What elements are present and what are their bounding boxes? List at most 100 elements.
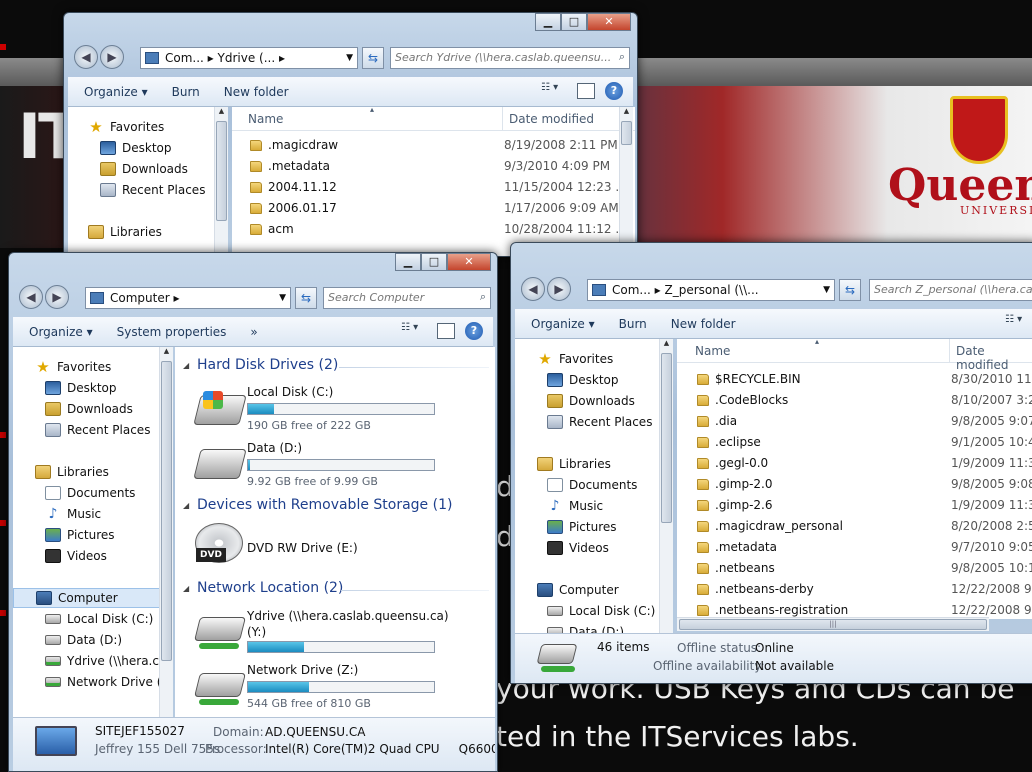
drive-data-d[interactable]: Data (D:) 9.92 GB free of 9.99 GB <box>175 437 495 489</box>
help-icon[interactable]: ? <box>465 322 483 340</box>
scroll-up-icon[interactable]: ▲ <box>215 107 228 119</box>
scroll-thumb[interactable] <box>161 361 172 661</box>
new-folder-button[interactable]: New folder <box>671 317 736 331</box>
burn-button[interactable]: Burn <box>172 85 200 99</box>
address-bar[interactable]: Com... ▸ Ydrive (... ▸ ▼ <box>140 47 358 69</box>
view-options-icon[interactable]: ☷ ▾ <box>1005 314 1031 332</box>
chevron-down-icon[interactable]: ▼ <box>823 285 830 295</box>
horizontal-scrollbar[interactable]: ||| <box>677 617 989 631</box>
drive-ydrive[interactable]: Ydrive (\\hera.caslab.queensu.ca) (Y:) <box>175 605 495 657</box>
nav-scrollbar[interactable]: ▲ <box>659 339 673 635</box>
more-commands-button[interactable]: » <box>250 325 257 339</box>
file-row[interactable]: .CodeBlocks 8/10/2007 3:28 <box>677 390 1032 411</box>
organize-button[interactable]: Organize ▾ <box>29 325 93 339</box>
file-row[interactable]: $RECYCLE.BIN 8/30/2010 11:2 <box>677 369 1032 390</box>
refresh-button[interactable]: ⇆ <box>839 279 861 301</box>
search-input[interactable]: Search Z_personal (\\hera.caslab.qu <box>869 279 1032 301</box>
drive-network-z[interactable]: Network Drive (Z:) 544 GB free of 810 GB <box>175 661 495 713</box>
nav-downloads[interactable]: Downloads <box>45 399 133 419</box>
file-row[interactable]: 2004.11.12 11/15/2004 12:23 ... <box>232 177 635 198</box>
nav-data-drive[interactable]: Data (D:) <box>45 630 122 650</box>
file-list-scrollbar[interactable]: ▲ <box>619 107 633 256</box>
column-name[interactable]: Name <box>695 344 730 358</box>
help-icon[interactable]: ? <box>605 82 623 100</box>
preview-pane-icon[interactable] <box>577 83 595 99</box>
file-row[interactable]: 2006.01.17 1/17/2006 9:09 AM <box>232 198 635 219</box>
nav-videos[interactable]: Videos <box>45 546 107 566</box>
collapse-arrow-icon[interactable]: ◢ <box>183 361 189 370</box>
search-input[interactable]: Search Computer ⌕ <box>323 287 491 309</box>
nav-favorites[interactable]: ★ Favorites <box>35 357 111 377</box>
collapse-arrow-icon[interactable]: ◢ <box>183 584 189 593</box>
file-row[interactable]: .gegl-0.0 1/9/2009 11:38 <box>677 453 1032 474</box>
file-row[interactable]: .magicdraw_personal 8/20/2008 2:51 <box>677 516 1032 537</box>
group-hard-disk-drives[interactable]: Hard Disk Drives (2) <box>197 357 338 373</box>
nav-pictures[interactable]: Pictures <box>45 525 115 545</box>
close-button[interactable]: ✕ <box>587 13 631 31</box>
address-bar[interactable]: Com... ▸ Z_personal (\\... ▼ <box>587 279 835 301</box>
refresh-button[interactable]: ⇆ <box>295 287 317 309</box>
window-ydrive[interactable]: ▁ □ ✕ ◀ ▶ Com... ▸ Ydrive (... ▸ ▼ ⇆ Sea… <box>63 12 638 257</box>
group-network-location[interactable]: Network Location (2) <box>197 580 343 596</box>
column-separator[interactable] <box>949 339 950 363</box>
column-name[interactable]: Name <box>248 112 283 126</box>
nav-desktop[interactable]: Desktop <box>547 370 619 390</box>
nav-ydrive[interactable]: Ydrive (\\hera.ca <box>45 651 160 671</box>
file-row[interactable]: .magicdraw 8/19/2008 2:11 PM <box>232 135 635 156</box>
file-row[interactable]: .netbeans 9/8/2005 10:19 <box>677 558 1032 579</box>
forward-button[interactable]: ▶ <box>547 277 571 301</box>
forward-button[interactable]: ▶ <box>100 45 124 69</box>
file-row[interactable]: acm 10/28/2004 11:12 ... <box>232 219 635 240</box>
file-row[interactable]: .dia 9/8/2005 9:07 A <box>677 411 1032 432</box>
address-bar[interactable]: Computer ▸ ▼ <box>85 287 291 309</box>
file-row[interactable]: .metadata 9/7/2010 9:05 A <box>677 537 1032 558</box>
nav-downloads[interactable]: Downloads <box>100 159 188 179</box>
drive-local-disk-c[interactable]: Local Disk (C:) 190 GB free of 222 GB <box>175 381 495 433</box>
view-options-icon[interactable]: ☷ ▾ <box>541 82 567 100</box>
back-button[interactable]: ◀ <box>74 45 98 69</box>
nav-local-disk[interactable]: Local Disk (C:) <box>45 609 153 629</box>
nav-favorites[interactable]: ★ Favorites <box>537 349 613 369</box>
nav-scrollbar[interactable]: ▲ <box>159 347 173 717</box>
preview-pane-icon[interactable] <box>437 323 455 339</box>
nav-desktop[interactable]: Desktop <box>100 138 172 158</box>
file-row[interactable]: .gimp-2.6 1/9/2009 11:38 <box>677 495 1032 516</box>
minimize-button[interactable]: ▁ <box>395 253 421 271</box>
minimize-button[interactable]: ▁ <box>535 13 561 31</box>
nav-recent-places[interactable]: Recent Places <box>100 180 205 200</box>
nav-computer[interactable]: Computer <box>537 580 619 600</box>
chevron-down-icon[interactable]: ▼ <box>279 293 286 303</box>
window-z-personal[interactable]: ◀ ▶ Com... ▸ Z_personal (\\... ▼ ⇆ Searc… <box>510 242 1032 684</box>
forward-button[interactable]: ▶ <box>45 285 69 309</box>
nav-network-drive[interactable]: Network Drive (Z <box>45 672 160 692</box>
burn-button[interactable]: Burn <box>619 317 647 331</box>
nav-videos[interactable]: Videos <box>547 538 609 558</box>
nav-scrollbar[interactable]: ▲ <box>214 107 228 256</box>
nav-documents[interactable]: Documents <box>547 475 637 495</box>
collapse-arrow-icon[interactable]: ◢ <box>183 501 189 510</box>
file-row[interactable]: .metadata 9/3/2010 4:09 PM <box>232 156 635 177</box>
nav-libraries[interactable]: Libraries <box>88 222 162 242</box>
column-date-modified[interactable]: Date modified <box>956 344 1032 372</box>
scroll-up-icon[interactable]: ▲ <box>160 347 173 359</box>
refresh-button[interactable]: ⇆ <box>362 47 384 69</box>
scroll-thumb[interactable] <box>621 121 632 145</box>
scroll-up-icon[interactable]: ▲ <box>660 339 673 351</box>
scroll-up-icon[interactable]: ▲ <box>620 107 633 119</box>
nav-desktop[interactable]: Desktop <box>45 378 117 398</box>
window-computer[interactable]: ▁ □ ✕ ◀ ▶ Computer ▸ ▼ ⇆ Search Computer… <box>8 252 498 772</box>
organize-button[interactable]: Organize ▾ <box>84 85 148 99</box>
file-row[interactable]: .eclipse 9/1/2005 10:45 <box>677 432 1032 453</box>
organize-button[interactable]: Organize ▾ <box>531 317 595 331</box>
scroll-thumb[interactable] <box>661 353 672 523</box>
group-removable-storage[interactable]: Devices with Removable Storage (1) <box>197 497 452 513</box>
chevron-down-icon[interactable]: ▼ <box>346 53 353 63</box>
column-separator[interactable] <box>502 107 503 131</box>
view-options-icon[interactable]: ☷ ▾ <box>401 322 427 340</box>
scroll-thumb[interactable] <box>216 121 227 221</box>
nav-downloads[interactable]: Downloads <box>547 391 635 411</box>
back-button[interactable]: ◀ <box>521 277 545 301</box>
close-button[interactable]: ✕ <box>447 253 491 271</box>
nav-libraries[interactable]: Libraries <box>537 454 611 474</box>
nav-local-disk[interactable]: Local Disk (C:) <box>547 601 655 621</box>
